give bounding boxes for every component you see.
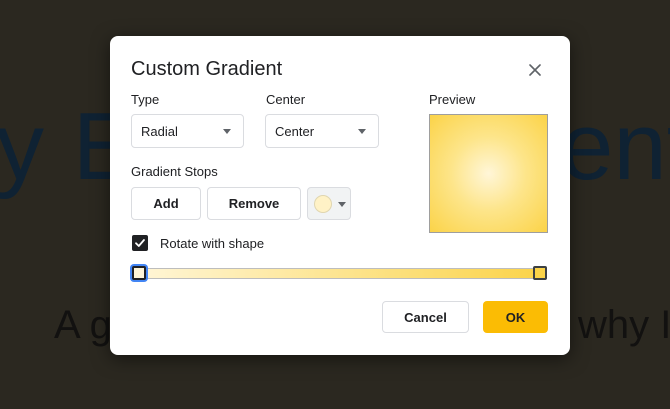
center-select-value: Center <box>275 123 315 139</box>
remove-stop-button[interactable]: Remove <box>207 187 301 220</box>
gradient-stops-label: Gradient Stops <box>131 164 218 179</box>
close-button[interactable] <box>524 59 546 81</box>
gradient-stops-bar[interactable] <box>133 268 547 279</box>
type-label: Type <box>131 92 160 107</box>
gradient-stop-start[interactable] <box>132 266 146 280</box>
custom-gradient-dialog: Custom Gradient Type Center Preview Radi… <box>110 36 570 355</box>
slide-subtitle-right: why I <box>578 303 670 347</box>
chevron-down-icon <box>338 202 346 207</box>
color-swatch <box>314 195 332 213</box>
checkmark-icon <box>135 239 145 247</box>
preview-label: Preview <box>429 92 476 107</box>
cancel-button[interactable]: Cancel <box>382 301 469 333</box>
type-select[interactable]: Radial <box>131 114 244 148</box>
gradient-preview <box>429 114 548 233</box>
gradient-stop-end[interactable] <box>533 266 547 280</box>
close-icon <box>529 64 541 76</box>
chevron-down-icon <box>358 129 366 134</box>
add-stop-button[interactable]: Add <box>131 187 201 220</box>
center-select[interactable]: Center <box>265 114 379 148</box>
type-select-value: Radial <box>141 123 178 139</box>
stop-color-picker[interactable] <box>307 187 351 220</box>
rotate-with-shape-label: Rotate with shape <box>160 236 265 251</box>
ok-button[interactable]: OK <box>483 301 548 333</box>
center-label: Center <box>266 92 306 107</box>
rotate-with-shape-checkbox[interactable] <box>132 235 148 251</box>
chevron-down-icon <box>223 129 231 134</box>
dialog-title: Custom Gradient <box>131 58 283 80</box>
slide-subtitle-left: A g <box>54 303 112 347</box>
slide-title-right: ent <box>560 93 670 200</box>
